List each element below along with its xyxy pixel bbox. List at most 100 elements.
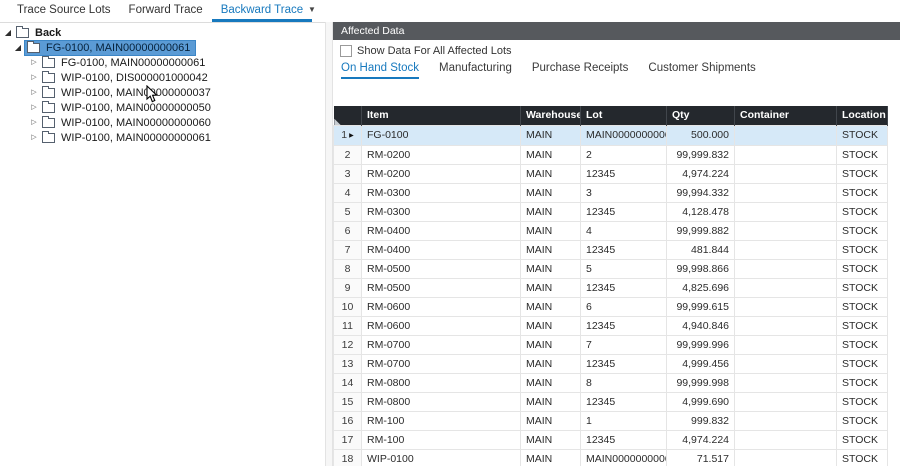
row-number[interactable]: 15: [334, 392, 362, 411]
cell-lot[interactable]: 4: [581, 221, 667, 240]
cell-location[interactable]: STOCK: [837, 335, 888, 354]
row-number[interactable]: 7: [334, 240, 362, 259]
cell-location[interactable]: STOCK: [837, 373, 888, 392]
row-number[interactable]: 16: [334, 411, 362, 430]
column-header-qty[interactable]: Qty: [667, 106, 735, 125]
tree-node[interactable]: ▷WIP-0100, DIS000001000042: [0, 70, 325, 85]
cell-qty[interactable]: 500.000: [667, 125, 735, 145]
cell-lot[interactable]: 12345: [581, 392, 667, 411]
cell-warehouse[interactable]: MAIN: [521, 278, 581, 297]
cell-item[interactable]: RM-0600: [362, 316, 521, 335]
cell-qty[interactable]: 99,999.998: [667, 373, 735, 392]
row-number[interactable]: 5: [334, 202, 362, 221]
cell-warehouse[interactable]: MAIN: [521, 411, 581, 430]
cell-lot[interactable]: 1: [581, 411, 667, 430]
row-number[interactable]: 8: [334, 259, 362, 278]
cell-container[interactable]: [735, 240, 837, 259]
tree-node[interactable]: ▷WIP-0100, MAIN00000000061: [0, 130, 325, 145]
cell-qty[interactable]: 99,999.882: [667, 221, 735, 240]
cell-item[interactable]: RM-0700: [362, 354, 521, 373]
column-header-warehouse[interactable]: Warehouse: [521, 106, 581, 125]
cell-container[interactable]: [735, 392, 837, 411]
cell-qty[interactable]: 99,999.615: [667, 297, 735, 316]
cell-container[interactable]: [735, 259, 837, 278]
cell-item[interactable]: RM-0400: [362, 221, 521, 240]
cell-location[interactable]: STOCK: [837, 354, 888, 373]
cell-qty[interactable]: 4,825.696: [667, 278, 735, 297]
cell-item[interactable]: RM-0300: [362, 202, 521, 221]
cell-warehouse[interactable]: MAIN: [521, 373, 581, 392]
subtab-customer-shipments[interactable]: Customer Shipments: [648, 62, 755, 79]
row-number[interactable]: 3: [334, 164, 362, 183]
row-number[interactable]: 12: [334, 335, 362, 354]
cell-item[interactable]: RM-0700: [362, 335, 521, 354]
cell-qty[interactable]: 481.844: [667, 240, 735, 259]
cell-qty[interactable]: 99,999.832: [667, 145, 735, 164]
cell-location[interactable]: STOCK: [837, 278, 888, 297]
cell-container[interactable]: [735, 449, 837, 466]
expand-arrow-icon[interactable]: ◢: [12, 40, 24, 55]
show-all-checkbox[interactable]: [340, 45, 352, 57]
cell-lot[interactable]: MAIN00000000061: [581, 125, 667, 145]
row-number[interactable]: 14: [334, 373, 362, 392]
tab-forward-trace[interactable]: Forward Trace: [120, 0, 212, 22]
cell-item[interactable]: RM-0800: [362, 373, 521, 392]
cell-lot[interactable]: 6: [581, 297, 667, 316]
column-header-item[interactable]: Item: [362, 106, 521, 125]
tree-scrollbar[interactable]: [325, 22, 333, 466]
cell-container[interactable]: [735, 125, 837, 145]
tree-node[interactable]: ▷WIP-0100, MAIN00000000037: [0, 85, 325, 100]
cell-lot[interactable]: 7: [581, 335, 667, 354]
tree-node[interactable]: ◢Back: [0, 25, 325, 40]
cell-lot[interactable]: 2: [581, 145, 667, 164]
cell-qty[interactable]: 99,998.866: [667, 259, 735, 278]
cell-warehouse[interactable]: MAIN: [521, 335, 581, 354]
tree-node[interactable]: ◢FG-0100, MAIN00000000061: [0, 40, 325, 55]
cell-warehouse[interactable]: MAIN: [521, 125, 581, 145]
cell-lot[interactable]: 12345: [581, 316, 667, 335]
column-header-container[interactable]: Container: [735, 106, 837, 125]
expand-arrow-icon[interactable]: ◢: [2, 25, 14, 40]
cell-location[interactable]: STOCK: [837, 240, 888, 259]
cell-warehouse[interactable]: MAIN: [521, 449, 581, 466]
cell-qty[interactable]: 4,974.224: [667, 430, 735, 449]
cell-container[interactable]: [735, 278, 837, 297]
cell-lot[interactable]: 12345: [581, 430, 667, 449]
tree-node-content[interactable]: FG-0100, MAIN00000000061: [40, 56, 210, 70]
cell-item[interactable]: RM-100: [362, 430, 521, 449]
tab-trace-source-lots[interactable]: Trace Source Lots: [8, 0, 120, 22]
row-number[interactable]: 11: [334, 316, 362, 335]
cell-container[interactable]: [735, 145, 837, 164]
cell-qty[interactable]: 4,999.456: [667, 354, 735, 373]
cell-location[interactable]: STOCK: [837, 316, 888, 335]
collapse-arrow-icon[interactable]: ▷: [28, 70, 40, 85]
cell-qty[interactable]: 4,940.846: [667, 316, 735, 335]
cell-qty[interactable]: 4,128.478: [667, 202, 735, 221]
cell-location[interactable]: STOCK: [837, 145, 888, 164]
subtab-manufacturing[interactable]: Manufacturing: [439, 62, 512, 79]
collapse-arrow-icon[interactable]: ▷: [28, 115, 40, 130]
cell-lot[interactable]: 12345: [581, 278, 667, 297]
cell-warehouse[interactable]: MAIN: [521, 164, 581, 183]
cell-location[interactable]: STOCK: [837, 164, 888, 183]
tree-node-content[interactable]: Back: [14, 26, 66, 40]
cell-container[interactable]: [735, 430, 837, 449]
cell-item[interactable]: RM-100: [362, 411, 521, 430]
cell-warehouse[interactable]: MAIN: [521, 202, 581, 221]
cell-container[interactable]: [735, 297, 837, 316]
cell-item[interactable]: RM-0500: [362, 278, 521, 297]
cell-location[interactable]: STOCK: [837, 430, 888, 449]
row-number[interactable]: 2: [334, 145, 362, 164]
select-all-corner[interactable]: ◣: [334, 106, 362, 125]
cell-location[interactable]: STOCK: [837, 392, 888, 411]
cell-warehouse[interactable]: MAIN: [521, 221, 581, 240]
collapse-arrow-icon[interactable]: ▷: [28, 85, 40, 100]
cell-location[interactable]: STOCK: [837, 259, 888, 278]
cell-container[interactable]: [735, 221, 837, 240]
cell-warehouse[interactable]: MAIN: [521, 145, 581, 164]
cell-item[interactable]: RM-0400: [362, 240, 521, 259]
cell-item[interactable]: RM-0800: [362, 392, 521, 411]
row-number[interactable]: 6: [334, 221, 362, 240]
column-header-lot[interactable]: Lot: [581, 106, 667, 125]
collapse-arrow-icon[interactable]: ▷: [28, 55, 40, 70]
